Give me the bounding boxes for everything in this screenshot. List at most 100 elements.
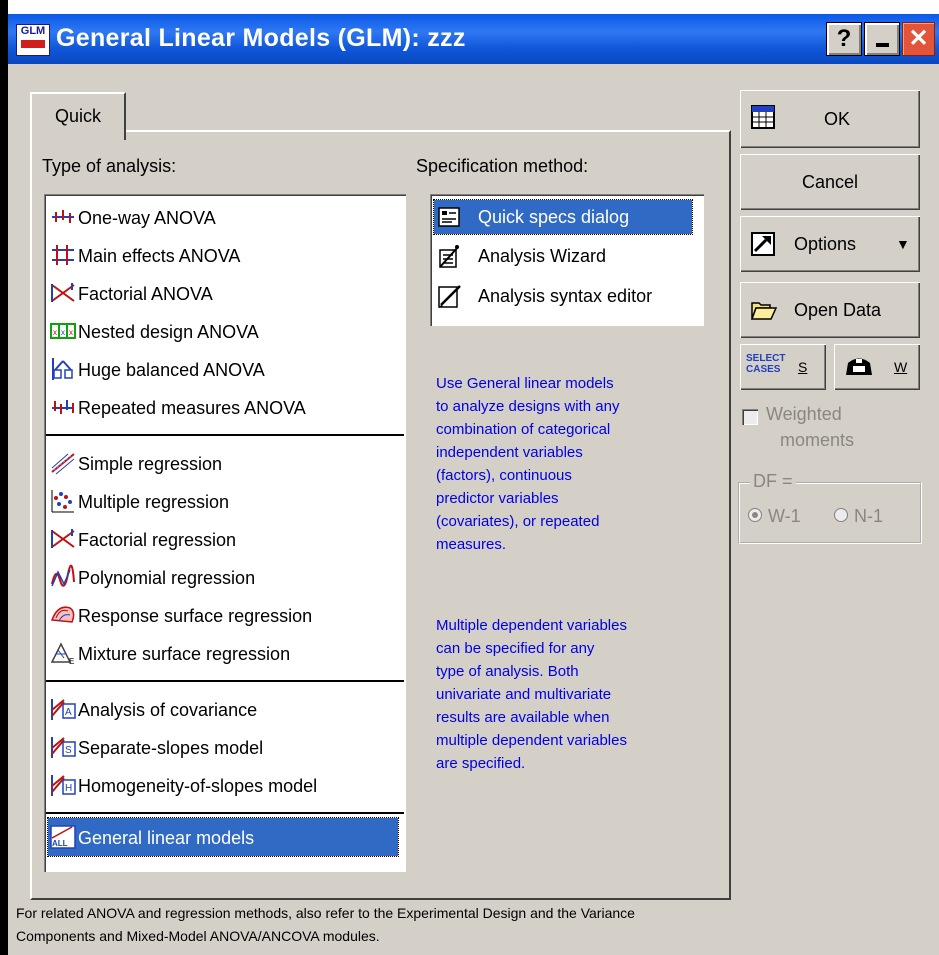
open-data-button-label: Open Data bbox=[794, 299, 882, 320]
minimize-button[interactable] bbox=[864, 22, 900, 56]
info-line: univariate and multivariate bbox=[436, 686, 612, 703]
main-effects-anova-icon bbox=[52, 245, 74, 265]
list-item-label: Factorial regression bbox=[78, 530, 237, 550]
list-divider bbox=[46, 680, 404, 682]
list-item-nested-design-anova[interactable]: x x x Nested design ANOVA bbox=[48, 312, 400, 350]
info-line: combination of categorical bbox=[436, 421, 611, 438]
info-line: are specified. bbox=[436, 755, 526, 772]
df-option-label: W-1 bbox=[768, 506, 801, 526]
spec-item-label: Analysis syntax editor bbox=[478, 286, 653, 306]
close-button[interactable]: ✕ bbox=[902, 22, 935, 56]
help-button[interactable]: ? bbox=[826, 22, 862, 56]
list-item-polynomial-regression[interactable]: Polynomial regression bbox=[48, 558, 400, 596]
specification-method-list[interactable]: Quick specs dialog Analysis Wizard Analy… bbox=[430, 194, 704, 326]
info-text-paragraph-1: Use General linear models to analyze des… bbox=[436, 372, 619, 556]
svg-text:S: S bbox=[65, 745, 72, 756]
info-line: can be specified for any bbox=[436, 640, 595, 657]
info-line: (covariates), or repeated bbox=[436, 513, 600, 530]
title-bar[interactable]: GLM General Linear Models (GLM): zzz ? ✕ bbox=[8, 14, 939, 64]
open-data-button[interactable]: Open Data bbox=[740, 282, 920, 338]
list-item-analysis-of-covariance[interactable]: A Analysis of covariance bbox=[48, 690, 400, 728]
minimize-icon bbox=[876, 43, 889, 47]
nested-design-icon: x x x bbox=[50, 323, 76, 339]
list-item-simple-regression[interactable]: Simple regression bbox=[48, 444, 400, 482]
options-button[interactable]: Options ▼ bbox=[740, 216, 920, 272]
list-item-response-surface-regression[interactable]: Response surface regression bbox=[48, 596, 400, 634]
spec-item-quick-specs-dialog[interactable]: Quick specs dialog bbox=[433, 199, 693, 235]
list-item-label: Multiple regression bbox=[78, 492, 230, 512]
multiple-regression-icon bbox=[51, 490, 74, 513]
response-surface-icon bbox=[50, 606, 75, 623]
svg-text:ALL: ALL bbox=[52, 839, 68, 848]
ok-button[interactable]: OK bbox=[740, 90, 920, 148]
quick-specs-icon bbox=[438, 207, 460, 227]
glm-dialog-window: GLM General Linear Models (GLM): zzz ? ✕… bbox=[8, 14, 939, 955]
factorial-regression-icon bbox=[51, 529, 75, 548]
type-of-analysis-label: Type of analysis: bbox=[42, 156, 177, 176]
list-item-huge-balanced-anova[interactable]: Huge balanced ANOVA bbox=[48, 350, 400, 388]
desktop-edge bbox=[0, 0, 8, 955]
repeated-measures-icon bbox=[52, 400, 74, 414]
spec-item-analysis-syntax-editor[interactable]: Analysis syntax editor bbox=[434, 278, 692, 314]
df-radio-n1[interactable]: N-1 bbox=[834, 506, 914, 528]
select-cases-button[interactable]: SELECT CASES S bbox=[740, 344, 826, 390]
type-of-analysis-list[interactable]: One-way ANOVA Main effects ANOVA Factori… bbox=[44, 194, 406, 872]
cancel-button-label: Cancel bbox=[801, 171, 859, 192]
list-item-separate-slopes-model[interactable]: S Separate-slopes model bbox=[48, 728, 400, 766]
list-item-label: Analysis of covariance bbox=[78, 700, 258, 720]
select-cases-icon: SELECT CASES bbox=[746, 353, 786, 375]
ancova-icon: A bbox=[51, 699, 76, 720]
list-item-mixture-surface-regression[interactable]: E Mixture surface regression bbox=[48, 634, 400, 672]
list-divider bbox=[46, 434, 404, 436]
info-text-paragraph-2: Multiple dependent variables can be spec… bbox=[436, 614, 627, 775]
info-line: (factors), continuous bbox=[436, 467, 572, 484]
spec-item-analysis-wizard[interactable]: Analysis Wizard bbox=[434, 238, 692, 274]
svg-text:A: A bbox=[65, 707, 72, 718]
syntax-editor-icon bbox=[438, 285, 461, 308]
list-item-main-effects-anova[interactable]: Main effects ANOVA bbox=[48, 236, 400, 274]
specification-method-label: Specification method: bbox=[416, 156, 589, 176]
info-line: independent variables bbox=[436, 444, 583, 461]
weight-shortcut: W bbox=[894, 359, 908, 375]
list-item-factorial-regression[interactable]: Factorial regression bbox=[48, 520, 400, 558]
wizard-icon bbox=[439, 245, 459, 268]
factorial-anova-icon bbox=[51, 283, 75, 302]
simple-regression-icon bbox=[51, 453, 75, 475]
list-item-one-way-anova[interactable]: One-way ANOVA bbox=[48, 198, 400, 236]
list-divider bbox=[46, 812, 404, 814]
list-item-label: Repeated measures ANOVA bbox=[78, 398, 306, 418]
info-line: results are available when bbox=[436, 709, 610, 726]
list-item-label: Huge balanced ANOVA bbox=[78, 360, 265, 380]
checkbox-box[interactable] bbox=[742, 409, 758, 425]
list-item-factorial-anova[interactable]: Factorial ANOVA bbox=[48, 274, 400, 312]
info-line: type of analysis. Both bbox=[436, 663, 579, 680]
cancel-button[interactable]: Cancel bbox=[740, 154, 920, 210]
list-item-label: Response surface regression bbox=[78, 606, 313, 626]
list-item-label: Main effects ANOVA bbox=[78, 246, 241, 266]
select-cases-shortcut: S bbox=[798, 359, 808, 375]
radio-unselected-icon bbox=[834, 508, 848, 522]
spec-item-label: Quick specs dialog bbox=[478, 207, 630, 227]
list-item-repeated-measures-anova[interactable]: Repeated measures ANOVA bbox=[48, 388, 400, 426]
weighted-moments-checkbox[interactable]: Weighted moments bbox=[742, 404, 922, 460]
info-line: predictor variables bbox=[436, 490, 559, 507]
list-item-label: Mixture surface regression bbox=[78, 644, 291, 664]
glm-app-icon: GLM bbox=[16, 24, 50, 56]
tab-quick[interactable]: Quick bbox=[30, 92, 126, 140]
svg-text:E: E bbox=[69, 657, 74, 666]
list-item-label: General linear models bbox=[78, 828, 255, 848]
df-groupbox: DF = W-1 N-1 bbox=[738, 471, 922, 544]
list-item-label: Nested design ANOVA bbox=[78, 322, 259, 342]
list-item-label: Simple regression bbox=[78, 454, 223, 474]
weight-button[interactable]: W bbox=[834, 344, 920, 390]
info-line: multiple dependent variables bbox=[436, 732, 627, 749]
list-item-general-linear-models[interactable]: ALL General linear models bbox=[47, 817, 399, 857]
list-item-multiple-regression[interactable]: Multiple regression bbox=[48, 482, 400, 520]
options-icon bbox=[751, 232, 775, 256]
list-item-label: One-way ANOVA bbox=[78, 208, 216, 228]
list-item-homogeneity-of-slopes-model[interactable]: H Homogeneity-of-slopes model bbox=[48, 766, 400, 804]
df-radio-w1[interactable]: W-1 bbox=[748, 506, 828, 528]
df-option-label: N-1 bbox=[854, 506, 884, 526]
ok-button-label: OK bbox=[824, 108, 851, 129]
svg-text:H: H bbox=[65, 783, 72, 794]
